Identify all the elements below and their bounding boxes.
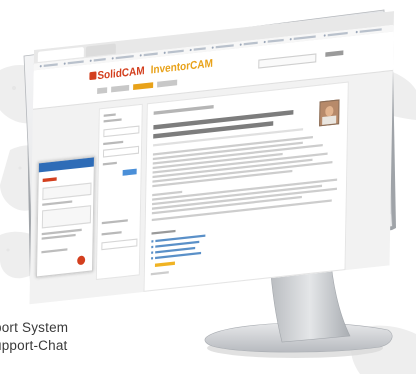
- sidebar-input[interactable]: [102, 145, 140, 158]
- support-chat-popup: [35, 156, 95, 278]
- search-input[interactable]: [258, 53, 317, 69]
- chat-message: [41, 205, 92, 229]
- chat-header: [38, 157, 94, 173]
- rating-stars[interactable]: [154, 261, 175, 268]
- product-showcase: SolidCAM InventorCAM port System upport-…: [0, 0, 416, 374]
- caption-line-2: upport-Chat: [0, 338, 68, 353]
- chat-logo: [42, 177, 57, 183]
- sidebar-input[interactable]: [103, 125, 140, 138]
- header-link[interactable]: [325, 50, 344, 57]
- nav-item-active[interactable]: [133, 82, 154, 91]
- chat-field[interactable]: [42, 182, 92, 201]
- browser-window: SolidCAM InventorCAM: [29, 11, 394, 305]
- caption-line-1: port System: [0, 320, 69, 335]
- nav-item[interactable]: [111, 84, 130, 93]
- author-photo: [319, 99, 340, 127]
- brand-primary: SolidCAM: [97, 65, 145, 83]
- sidebar: [95, 103, 143, 281]
- site-logo[interactable]: SolidCAM InventorCAM: [97, 58, 213, 83]
- sidebar-select[interactable]: [101, 238, 138, 251]
- related-link[interactable]: [155, 251, 202, 260]
- sidebar-button[interactable]: [122, 168, 137, 176]
- solidcam-logo-icon: [89, 71, 97, 81]
- nav-item[interactable]: [97, 87, 108, 94]
- page-title: [153, 105, 214, 115]
- nav-item[interactable]: [157, 79, 178, 88]
- article-content: [143, 81, 349, 292]
- monitor-screen: SolidCAM InventorCAM: [29, 11, 394, 305]
- brand-secondary: InventorCAM: [150, 57, 213, 77]
- chat-send-button[interactable]: [77, 255, 86, 266]
